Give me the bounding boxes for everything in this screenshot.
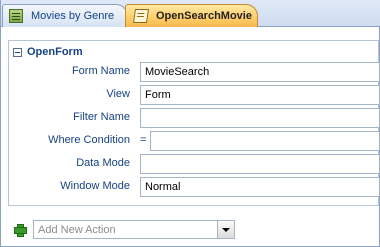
chevron-down-icon[interactable] xyxy=(217,221,234,238)
argument-row-filter-name: Filter Name xyxy=(9,108,380,128)
tab-opensearchmovie[interactable]: OpenSearchMovie xyxy=(125,4,258,27)
view-field[interactable]: Form xyxy=(140,85,380,105)
argument-row-view: View Form xyxy=(9,85,380,105)
tab-movies-by-genre[interactable]: Movies by Genre xyxy=(2,4,128,27)
filter-name-field[interactable] xyxy=(140,108,380,128)
macro-icon xyxy=(133,9,149,23)
argument-row-where-condition: Where Condition = xyxy=(9,131,380,151)
data-mode-field[interactable] xyxy=(140,154,380,174)
tab-label: OpenSearchMovie xyxy=(156,10,252,22)
add-new-action-row: Add New Action xyxy=(14,220,235,239)
form-name-field[interactable]: MovieSearch xyxy=(140,62,380,82)
action-name: OpenForm xyxy=(27,46,83,58)
add-new-action-dropdown[interactable]: Add New Action xyxy=(33,220,235,239)
argument-label: View xyxy=(106,88,130,100)
argument-label: Filter Name xyxy=(73,111,130,123)
argument-label: Data Mode xyxy=(76,157,130,169)
argument-row-form-name: Form Name MovieSearch xyxy=(9,62,380,82)
form-icon xyxy=(9,9,23,23)
document-tab-strip: Movies by Genre OpenSearchMovie xyxy=(1,0,380,27)
plus-icon xyxy=(14,224,27,237)
action-header[interactable]: OpenForm xyxy=(13,45,83,59)
argument-row-window-mode: Window Mode Normal xyxy=(9,177,380,197)
collapse-icon[interactable] xyxy=(13,47,22,57)
argument-row-data-mode: Data Mode xyxy=(9,154,380,174)
equals-prefix: = xyxy=(140,134,147,146)
where-condition-field[interactable] xyxy=(150,131,380,151)
argument-label: Form Name xyxy=(71,65,130,77)
tab-label: Movies by Genre xyxy=(31,10,115,22)
action-block: OpenForm Form Name MovieSearch View Form… xyxy=(8,40,380,206)
window-mode-field[interactable]: Normal xyxy=(140,177,380,197)
argument-label: Window Mode xyxy=(60,180,130,192)
macro-designer-window: Movies by Genre OpenSearchMovie OpenForm… xyxy=(0,0,380,247)
argument-label: Where Condition xyxy=(48,134,130,146)
add-new-action-placeholder: Add New Action xyxy=(38,224,116,236)
